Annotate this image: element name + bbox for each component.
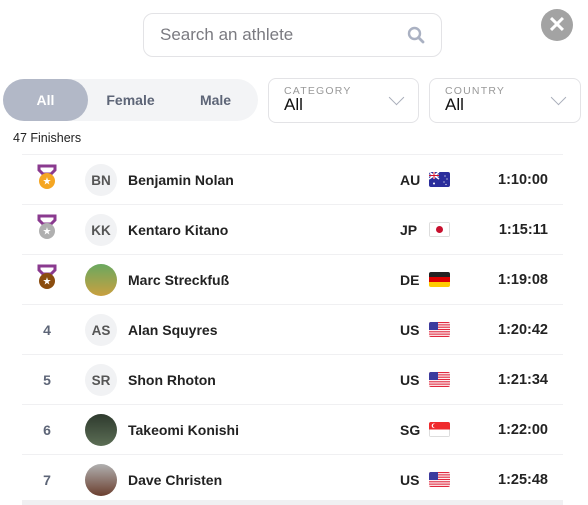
- gender-tab-female[interactable]: Female: [88, 79, 173, 121]
- svg-text:★: ★: [43, 177, 52, 188]
- country-code: US: [400, 322, 420, 338]
- result-row[interactable]: 7 Dave Christen US 1:25:48: [22, 455, 563, 505]
- close-icon: ✕: [547, 12, 567, 37]
- finish-time: 1:19:08: [498, 272, 548, 288]
- category-value: All: [284, 95, 303, 114]
- bronze-medal-icon: ★: [37, 264, 57, 289]
- avatar: SR: [85, 364, 117, 396]
- avatar: KK: [85, 214, 117, 246]
- country-code: US: [400, 472, 420, 488]
- category-select[interactable]: CATEGORY All: [268, 78, 419, 123]
- flag-au-icon: [429, 172, 450, 187]
- finish-time: 1:22:00: [498, 422, 548, 438]
- avatar-photo: [85, 464, 117, 496]
- flag-de-icon: [429, 272, 450, 287]
- gold-medal-icon: ★: [37, 164, 57, 189]
- country-code: JP: [400, 222, 418, 238]
- avatar-photo: [85, 414, 117, 446]
- flag-sg-icon: [429, 422, 450, 437]
- search-box[interactable]: [143, 13, 442, 57]
- scroll-edge: [22, 500, 563, 505]
- finish-time: 1:21:34: [498, 372, 548, 388]
- country-code: US: [400, 372, 420, 388]
- rank: 5: [43, 372, 51, 388]
- silver-medal-icon: ★: [37, 214, 57, 239]
- result-row[interactable]: 6 Takeomi Konishi SG 1:22:00: [22, 405, 563, 455]
- gender-tab-all[interactable]: All: [3, 79, 88, 121]
- gender-tab-male[interactable]: Male: [173, 79, 258, 121]
- athlete-name[interactable]: Takeomi Konishi: [128, 405, 239, 455]
- svg-text:★: ★: [43, 227, 52, 238]
- athlete-name[interactable]: Benjamin Nolan: [128, 155, 234, 205]
- country-code: SG: [400, 422, 421, 438]
- avatar: BN: [85, 164, 117, 196]
- finish-time: 1:25:48: [498, 472, 548, 488]
- result-row[interactable]: ★ Marc Streckfuß DE 1:19:08: [22, 255, 563, 305]
- finish-time: 1:15:11: [498, 222, 548, 238]
- result-row[interactable]: ★ BN Benjamin Nolan AU 1:10:00: [22, 155, 563, 205]
- result-row[interactable]: 5 SR Shon Rhoton US 1:21:34: [22, 355, 563, 405]
- finishers-count: 47 Finishers: [13, 131, 82, 145]
- athlete-name[interactable]: Alan Squyres: [128, 305, 217, 355]
- gender-filter[interactable]: All Female Male: [3, 79, 258, 121]
- avatar: AS: [85, 314, 117, 346]
- athlete-name[interactable]: Dave Christen: [128, 455, 222, 505]
- athlete-name[interactable]: Kentaro Kitano: [128, 205, 228, 255]
- finish-time: 1:10:00: [498, 172, 548, 188]
- country-value: All: [445, 95, 464, 114]
- results-list: ★ BN Benjamin Nolan AU 1:10:00 ★ KK Kentaro Kit…: [22, 154, 563, 505]
- athlete-name[interactable]: Marc Streckfuß: [128, 255, 229, 305]
- country-code: DE: [400, 272, 420, 288]
- finish-time: 1:20:42: [498, 322, 548, 338]
- close-button[interactable]: ✕: [541, 9, 573, 41]
- country-select[interactable]: COUNTRY All: [429, 78, 581, 123]
- rank: 7: [43, 472, 51, 488]
- rank: 6: [43, 422, 51, 438]
- rank: 4: [43, 322, 51, 338]
- svg-text:★: ★: [43, 277, 52, 288]
- country-code: AU: [400, 172, 421, 188]
- result-row[interactable]: 4 AS Alan Squyres US 1:20:42: [22, 305, 563, 355]
- flag-jp-icon: [429, 222, 450, 237]
- flag-us-icon: [429, 472, 450, 487]
- flag-us-icon: [429, 322, 450, 337]
- flag-us-icon: [429, 372, 450, 387]
- search-icon[interactable]: [407, 26, 425, 44]
- avatar-photo: [85, 264, 117, 296]
- result-row[interactable]: ★ KK Kentaro Kitano JP 1:15:11: [22, 205, 563, 255]
- search-input[interactable]: [160, 25, 407, 45]
- athlete-name[interactable]: Shon Rhoton: [128, 355, 216, 405]
